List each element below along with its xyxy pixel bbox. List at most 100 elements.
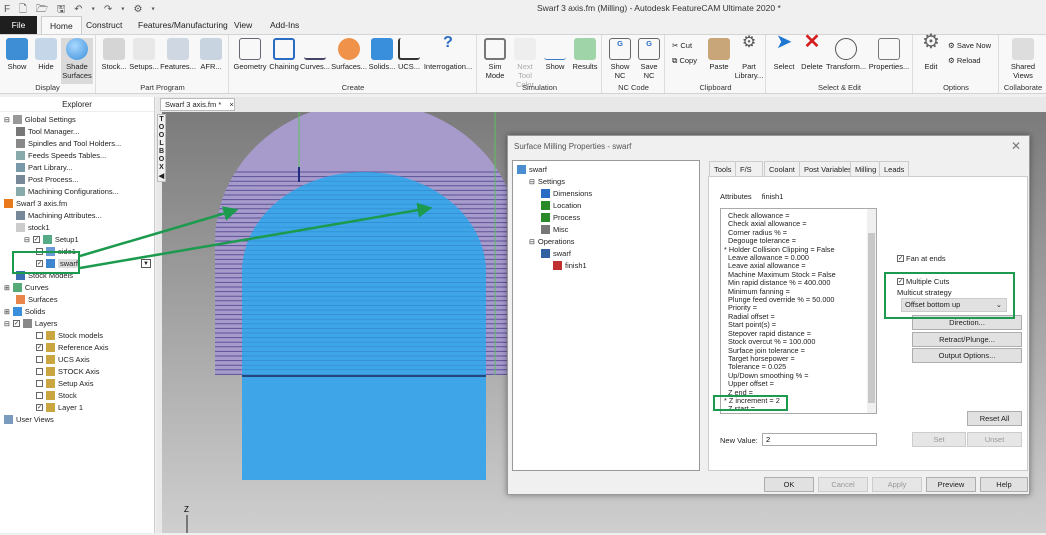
- chaining-button[interactable]: Chaining: [268, 38, 300, 71]
- checkbox[interactable]: ✓: [12, 320, 20, 327]
- hide-button[interactable]: Hide: [32, 38, 60, 71]
- ok-button[interactable]: OK: [764, 477, 814, 492]
- tree-item[interactable]: ⊞ Curves: [4, 283, 49, 292]
- collapse-icon[interactable]: ⊟: [529, 238, 535, 246]
- reload-button[interactable]: ⚙ Reload: [948, 56, 981, 65]
- expand-icon[interactable]: ⊞: [4, 284, 10, 292]
- attributes-list[interactable]: Check allowance = Check axial allowance =…: [720, 208, 877, 414]
- next-tool-color-button[interactable]: Next Tool Color: [510, 38, 540, 89]
- tree-item[interactable]: Machining Configurations...: [16, 187, 119, 196]
- collapse-icon[interactable]: ⊟: [24, 236, 30, 244]
- tree-item[interactable]: ✓ Reference Axis: [36, 343, 108, 352]
- output-options-button[interactable]: Output Options...: [912, 348, 1022, 363]
- tab-features-manufacturing[interactable]: Features/Manufacturing: [130, 16, 236, 34]
- operation-tree-item[interactable]: finish1: [553, 261, 587, 270]
- save-now-button[interactable]: ⚙ Save Now: [948, 41, 991, 50]
- tab-construct[interactable]: Construct: [78, 16, 130, 34]
- operation-tree-item[interactable]: swarf: [541, 249, 571, 258]
- edit-options-button[interactable]: ⚙ Edit: [917, 32, 945, 71]
- tree-item[interactable]: ⊟ Global Settings: [4, 115, 76, 124]
- tree-item[interactable]: Machining Attributes...: [16, 211, 102, 220]
- operation-tree-item[interactable]: Dimensions: [541, 189, 592, 198]
- cancel-button[interactable]: Cancel: [818, 477, 868, 492]
- tab-fs[interactable]: F/S: [735, 161, 763, 176]
- solids-button[interactable]: Solids...: [368, 38, 396, 71]
- operation-tree-item[interactable]: Location: [541, 201, 581, 210]
- geometry-button[interactable]: Geometry: [233, 38, 267, 71]
- interrogation-button[interactable]: ? Interrogation...: [423, 35, 473, 72]
- operation-tree-item[interactable]: Process: [541, 213, 580, 222]
- tab-add-ins[interactable]: Add-Ins: [262, 16, 307, 34]
- scrollbar[interactable]: [867, 209, 876, 413]
- checkbox[interactable]: ✓: [32, 236, 40, 243]
- tree-item[interactable]: Surfaces: [16, 295, 58, 304]
- cut-button[interactable]: ✂ Cut: [672, 41, 692, 50]
- tree-item[interactable]: ⊟ ✓ Setup1: [24, 235, 79, 244]
- checkbox[interactable]: [36, 332, 43, 339]
- tab-home[interactable]: Home: [41, 16, 82, 34]
- checkbox[interactable]: ✓: [36, 404, 43, 411]
- tree-item[interactable]: Part Library...: [16, 163, 72, 172]
- copy-button[interactable]: ⧉ Copy: [672, 56, 697, 65]
- tree-item[interactable]: Setup Axis: [36, 379, 93, 388]
- preview-button[interactable]: Preview: [926, 477, 976, 492]
- show-button[interactable]: Show: [3, 38, 31, 71]
- surfaces-button[interactable]: Surfaces...: [331, 38, 367, 71]
- tree-item[interactable]: Tool Manager...: [16, 127, 79, 136]
- select-button[interactable]: ➤ Select: [770, 32, 798, 71]
- checkbox[interactable]: [36, 368, 43, 375]
- operation-tree-item[interactable]: Misc: [541, 225, 568, 234]
- checkbox[interactable]: [36, 392, 43, 399]
- curves-button[interactable]: Curves...: [300, 38, 330, 71]
- reset-all-button[interactable]: Reset All: [967, 411, 1022, 426]
- fan-at-ends-checkbox[interactable]: ✓ Fan at ends: [897, 254, 946, 263]
- tab-milling[interactable]: Milling: [850, 161, 882, 176]
- collapse-icon[interactable]: ⊟: [529, 178, 535, 186]
- results-button[interactable]: Results: [570, 38, 600, 71]
- tree-item[interactable]: ⊟ ✓ Layers: [4, 319, 57, 328]
- shade-surfaces-button[interactable]: Shade Surfaces: [61, 38, 93, 84]
- unset-button[interactable]: Unset: [967, 432, 1022, 447]
- part-library-button[interactable]: ⚙ Part Library...: [733, 35, 765, 81]
- tree-item[interactable]: Stock: [36, 391, 77, 400]
- show-nc-button[interactable]: G Show NC: [606, 38, 634, 80]
- shared-views-button[interactable]: Shared Views: [1006, 38, 1040, 80]
- sim-mode-button[interactable]: Sim Mode: [481, 38, 509, 80]
- tree-item[interactable]: Post Process...: [16, 175, 78, 184]
- tree-item[interactable]: ✓ Layer 1: [36, 403, 83, 412]
- tab-tools[interactable]: Tools: [709, 161, 737, 176]
- paste-button[interactable]: Paste: [706, 38, 732, 71]
- delete-button[interactable]: ✕ Delete: [799, 32, 825, 71]
- set-button[interactable]: Set: [912, 432, 966, 447]
- tree-item[interactable]: ⊞ Solids: [4, 307, 45, 316]
- tree-item[interactable]: Spindles and Tool Holders...: [16, 139, 121, 148]
- tree-item[interactable]: UCS Axis: [36, 355, 90, 364]
- tab-leads[interactable]: Leads: [879, 161, 910, 176]
- close-tab-icon[interactable]: ×: [229, 100, 233, 109]
- setups-button[interactable]: Setups...: [128, 38, 160, 71]
- tab-file[interactable]: File: [0, 16, 37, 34]
- transform-button[interactable]: Transform...: [826, 38, 866, 71]
- operation-tree-item[interactable]: swarf: [517, 165, 547, 174]
- properties-button[interactable]: Properties...: [867, 38, 911, 71]
- document-tab[interactable]: Swarf 3 axis.fm * ×: [160, 98, 235, 111]
- tab-post-variables[interactable]: Post Variables: [799, 161, 857, 176]
- sim-show-button[interactable]: Show: [541, 38, 569, 71]
- expand-icon[interactable]: ⊞: [4, 308, 10, 316]
- operation-tree-item[interactable]: ⊟ Settings: [529, 177, 565, 186]
- tree-item[interactable]: Stock models: [36, 331, 103, 340]
- retract-plunge-button[interactable]: Retract/Plunge...: [912, 332, 1022, 347]
- tree-item[interactable]: STOCK Axis: [36, 367, 100, 376]
- features-button[interactable]: Features...: [160, 38, 196, 71]
- afr-button[interactable]: AFR...: [198, 38, 224, 71]
- checkbox[interactable]: [36, 356, 43, 363]
- dropdown-arrow-icon[interactable]: ▼: [141, 259, 151, 268]
- tab-coolant[interactable]: Coolant: [764, 161, 800, 176]
- help-button[interactable]: Help: [980, 477, 1028, 492]
- close-dialog-icon[interactable]: ✕: [1011, 139, 1021, 153]
- new-value-input[interactable]: [762, 433, 877, 446]
- tree-item[interactable]: stock1: [16, 223, 50, 232]
- checkbox[interactable]: ✓: [36, 344, 43, 351]
- stock-button[interactable]: Stock...: [101, 38, 127, 71]
- tree-item[interactable]: Feeds Speeds Tables...: [16, 151, 106, 160]
